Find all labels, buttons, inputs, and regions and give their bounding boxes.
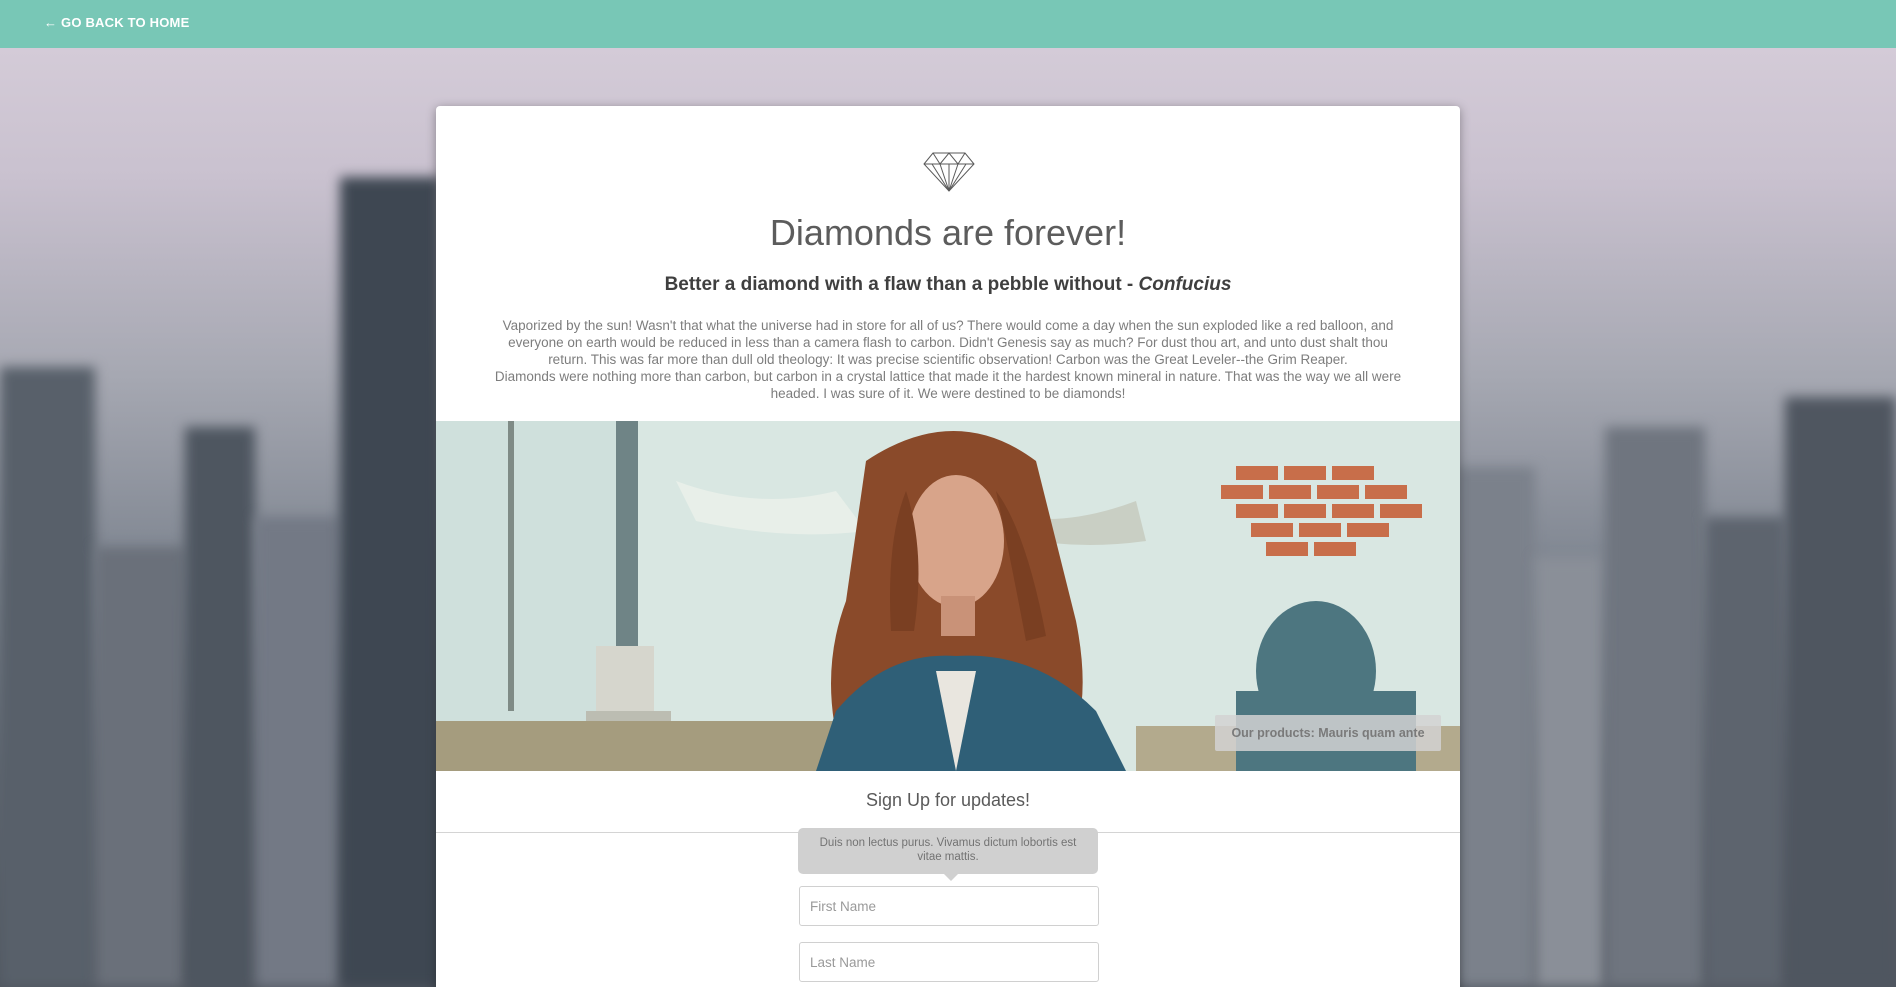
intro-paragraph-1: Vaporized by the sun! Wasn't that what t…	[502, 318, 1394, 367]
intro-paragraphs: Vaporized by the sun! Wasn't that what t…	[488, 317, 1408, 402]
signup-tooltip: Duis non lectus purus. Vivamus dictum lo…	[798, 828, 1098, 881]
hero-photo: Our products: Mauris quam ante	[436, 421, 1460, 771]
last-name-input[interactable]	[799, 942, 1099, 982]
tooltip-arrow	[944, 874, 958, 881]
back-to-home-link[interactable]: ← GO BACK TO HOME	[44, 15, 189, 30]
quote-author: Confucius	[1138, 274, 1232, 295]
signup-title: Sign Up for updates!	[865, 790, 1031, 810]
tooltip-text: Duis non lectus purus. Vivamus dictum lo…	[819, 837, 1077, 863]
quote-text: Better a diamond with a flaw than a pebb…	[664, 274, 1139, 295]
page-title: Diamonds are forever!	[769, 212, 1127, 253]
first-name-input[interactable]	[799, 886, 1099, 926]
diamond-icon	[923, 152, 975, 192]
content-card: Diamonds are forever! Better a diamond w…	[436, 106, 1460, 987]
intro-paragraph-2: Diamonds were nothing more than carbon, …	[494, 369, 1402, 401]
top-bar: ← GO BACK TO HOME	[0, 0, 1896, 48]
quote-subtitle: Better a diamond with a flaw than a pebb…	[436, 274, 1460, 296]
products-caption: Our products: Mauris quam ante	[1215, 715, 1441, 751]
